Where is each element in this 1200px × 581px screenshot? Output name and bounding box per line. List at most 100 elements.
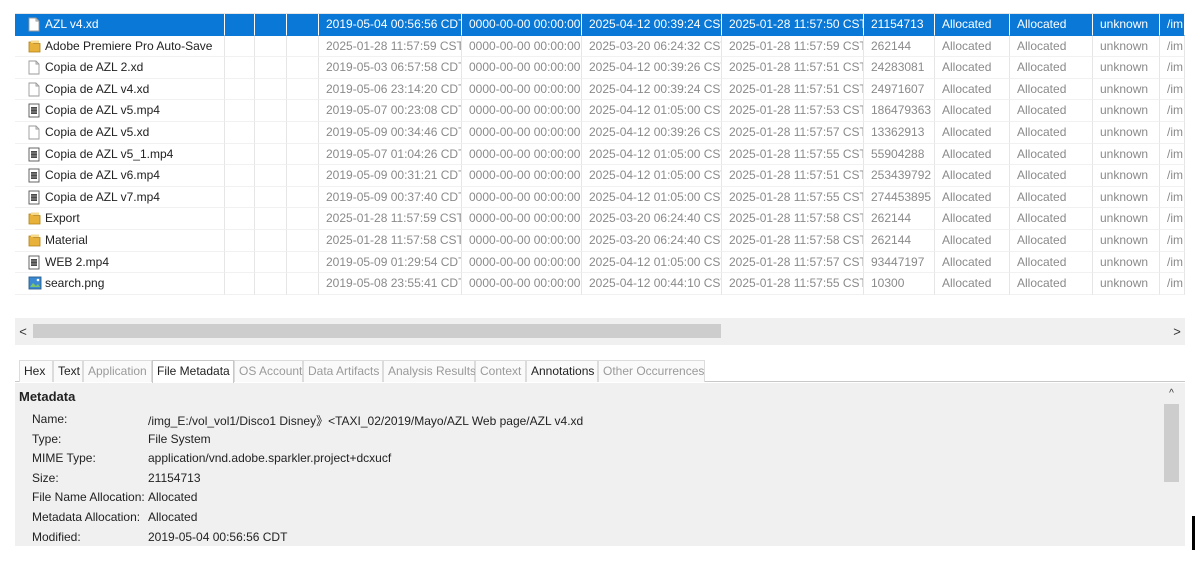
name-cell-text: Copia de AZL v5_1.mp4 <box>45 146 174 161</box>
vertical-scroll-thumb[interactable] <box>1164 404 1179 482</box>
horizontal-scrollbar[interactable]: < > <box>15 318 1185 345</box>
table-row[interactable]: Copia de AZL v5.xd 2019-05-09 00:34:46 CD… <box>15 122 1185 144</box>
table-row[interactable]: Copia de AZL v7.mp4 2019-05-09 00:37:40 C… <box>15 186 1185 209</box>
comment-cell <box>255 208 287 230</box>
metadata-key: Metadata Allocation: <box>32 510 141 524</box>
comment-cell <box>255 100 287 122</box>
name-cell: Adobe Premiere Pro Auto-Save <box>15 35 225 58</box>
change-time-cell: 0000-00-00 00:00:00 <box>462 78 582 101</box>
access-time-cell: 2025-03-20 06:24:40 CST <box>582 208 722 230</box>
table-row[interactable]: Adobe Premiere Pro Auto-Save 2025-01-28 1… <box>15 35 1185 58</box>
score-cell <box>225 122 255 144</box>
size-cell-text: 55904288 <box>871 146 925 161</box>
modified-time-cell: 2019-05-09 01:29:54 CDT <box>319 251 462 274</box>
location-cell: /im <box>1160 100 1185 122</box>
metadata-value: Allocated <box>148 490 198 505</box>
flags-dir-cell: Allocated <box>935 165 1010 187</box>
change-time-cell-text: 0000-00-00 00:00:00 <box>469 146 581 161</box>
metadata-panel: Metadata Name: /img_E:/vol_vol1/Disco1 Di… <box>15 383 1185 546</box>
text-cursor <box>1192 516 1195 550</box>
horizontal-scroll-thumb[interactable] <box>33 324 721 338</box>
comment-cell <box>255 186 287 209</box>
access-time-cell-text: 2025-04-12 01:05:00 CST <box>589 146 722 161</box>
name-cell-text: Material <box>45 233 88 247</box>
table-row[interactable]: Copia de AZL v5_1.mp4 2019-05-07 01:04:26… <box>15 143 1185 166</box>
comment-cell <box>255 57 287 79</box>
location-cell: /im <box>1160 143 1185 166</box>
tab-annotations[interactable]: Annotations <box>526 360 598 382</box>
scroll-up-arrow[interactable]: ^ <box>1163 386 1180 402</box>
modified-time-cell-text: 2019-05-08 23:55:41 CDT <box>326 276 462 291</box>
location-cell: /im <box>1160 165 1185 187</box>
location-cell-text: /im <box>1167 146 1183 161</box>
access-time-cell-text: 2025-04-12 00:39:26 CST <box>589 60 722 75</box>
score-cell <box>225 165 255 187</box>
modified-time-cell: 2019-05-09 00:37:40 CDT <box>319 186 462 209</box>
scroll-right-arrow[interactable]: > <box>1169 318 1185 345</box>
table-row[interactable]: search.png 2019-05-08 23:55:41 CDT 0000-00… <box>15 273 1185 295</box>
modified-time-cell: 2025-01-28 11:57:58 CST <box>319 230 462 252</box>
tab-hex[interactable]: Hex <box>19 360 53 382</box>
known-cell: unknown <box>1093 143 1160 166</box>
table-row[interactable]: Copia de AZL v6.mp4 2019-05-09 00:31:21 C… <box>15 165 1185 187</box>
access-time-cell: 2025-04-12 01:05:00 CST <box>582 143 722 166</box>
table-row[interactable]: AZL v4.xd 2019-05-04 00:56:56 CDT 0000-00-… <box>15 14 1185 36</box>
score-cell <box>225 35 255 58</box>
modified-time-cell-text: 2025-01-28 11:57:59 CST <box>326 38 462 53</box>
flags-dir-cell-text: Allocated <box>942 233 992 247</box>
table-row[interactable]: Material 2025-01-28 11:57:58 CST 0000-00-0… <box>15 230 1185 252</box>
comment-cell <box>255 230 287 252</box>
modified-time-cell-text: 2019-05-04 00:56:56 CDT <box>326 17 462 31</box>
content-viewer-tabs: Hex Text Application File Metadata OS Accoun… <box>15 360 1185 383</box>
comment-cell <box>255 122 287 144</box>
count-cell <box>287 143 319 166</box>
change-time-cell: 0000-00-00 00:00:00 <box>462 100 582 122</box>
video-file-icon <box>28 147 41 162</box>
created-time-cell-text: 2025-01-28 11:57:57 CST <box>729 125 864 139</box>
comment-cell <box>255 251 287 274</box>
known-cell: unknown <box>1093 122 1160 144</box>
flags-dir-cell-text: Allocated <box>942 17 992 31</box>
metadata-value: application/vnd.adobe.sparkler.project+d… <box>148 451 392 466</box>
flags-dir-cell: Allocated <box>935 35 1010 58</box>
table-row[interactable]: WEB 2.mp4 2019-05-09 01:29:54 CDT 0000-00-… <box>15 251 1185 274</box>
created-time-cell-text: 2025-01-28 11:57:51 CST <box>729 168 864 183</box>
created-time-cell: 2025-01-28 11:57:59 CST <box>722 35 864 58</box>
change-time-cell-text: 0000-00-00 00:00:00 <box>469 276 581 291</box>
access-time-cell-text: 2025-03-20 06:24:40 CST <box>589 211 722 226</box>
vertical-scrollbar[interactable]: ^ <box>1163 386 1180 546</box>
created-time-cell-text: 2025-01-28 11:57:55 CST <box>729 146 864 161</box>
name-cell: Copia de AZL v5_1.mp4 <box>15 143 225 166</box>
file-table[interactable]: AZL v4.xd 2019-05-04 00:56:56 CDT 0000-00-… <box>15 14 1185 306</box>
location-cell: /im <box>1160 186 1185 209</box>
count-cell <box>287 35 319 58</box>
known-cell: unknown <box>1093 100 1160 122</box>
video-file-icon <box>28 255 41 270</box>
flags-meta-cell: Allocated <box>1010 100 1093 122</box>
access-time-cell: 2025-03-20 06:24:32 CST <box>582 35 722 58</box>
table-row[interactable]: Copia de AZL 2.xd 2019-05-03 06:57:58 CDT… <box>15 57 1185 79</box>
size-cell: 262144 <box>864 208 935 230</box>
tab-text[interactable]: Text <box>53 360 83 382</box>
created-time-cell: 2025-01-28 11:57:57 CST <box>722 122 864 144</box>
access-time-cell-text: 2025-04-12 00:44:10 CST <box>589 276 722 291</box>
access-time-cell: 2025-04-12 00:39:26 CST <box>582 122 722 144</box>
scroll-left-arrow[interactable]: < <box>15 318 31 345</box>
change-time-cell-text: 0000-00-00 00:00:00 <box>469 189 581 204</box>
tab-file-metadata[interactable]: File Metadata <box>152 360 234 383</box>
count-cell <box>287 186 319 209</box>
change-time-cell: 0000-00-00 00:00:00 <box>462 143 582 166</box>
table-row[interactable]: Copia de AZL v4.xd 2019-05-06 23:14:20 CD… <box>15 78 1185 101</box>
modified-time-cell: 2025-01-28 11:57:59 CST <box>319 35 462 58</box>
location-cell: /im <box>1160 251 1185 274</box>
table-row[interactable]: Copia de AZL v5.mp4 2019-05-07 00:23:08 C… <box>15 100 1185 122</box>
name-cell-text: AZL v4.xd <box>45 17 99 31</box>
flags-meta-cell-text: Allocated <box>1017 60 1067 75</box>
metadata-row: File Name Allocation: Allocated <box>15 490 1155 510</box>
modified-time-cell-text: 2019-05-06 23:14:20 CDT <box>326 81 462 96</box>
location-cell-text: /im <box>1167 81 1183 96</box>
known-cell: unknown <box>1093 208 1160 230</box>
location-cell: /im <box>1160 57 1185 79</box>
table-row[interactable]: Export 2025-01-28 11:57:59 CST 0000-00-00 … <box>15 208 1185 230</box>
modified-time-cell-text: 2019-05-09 01:29:54 CDT <box>326 254 462 269</box>
